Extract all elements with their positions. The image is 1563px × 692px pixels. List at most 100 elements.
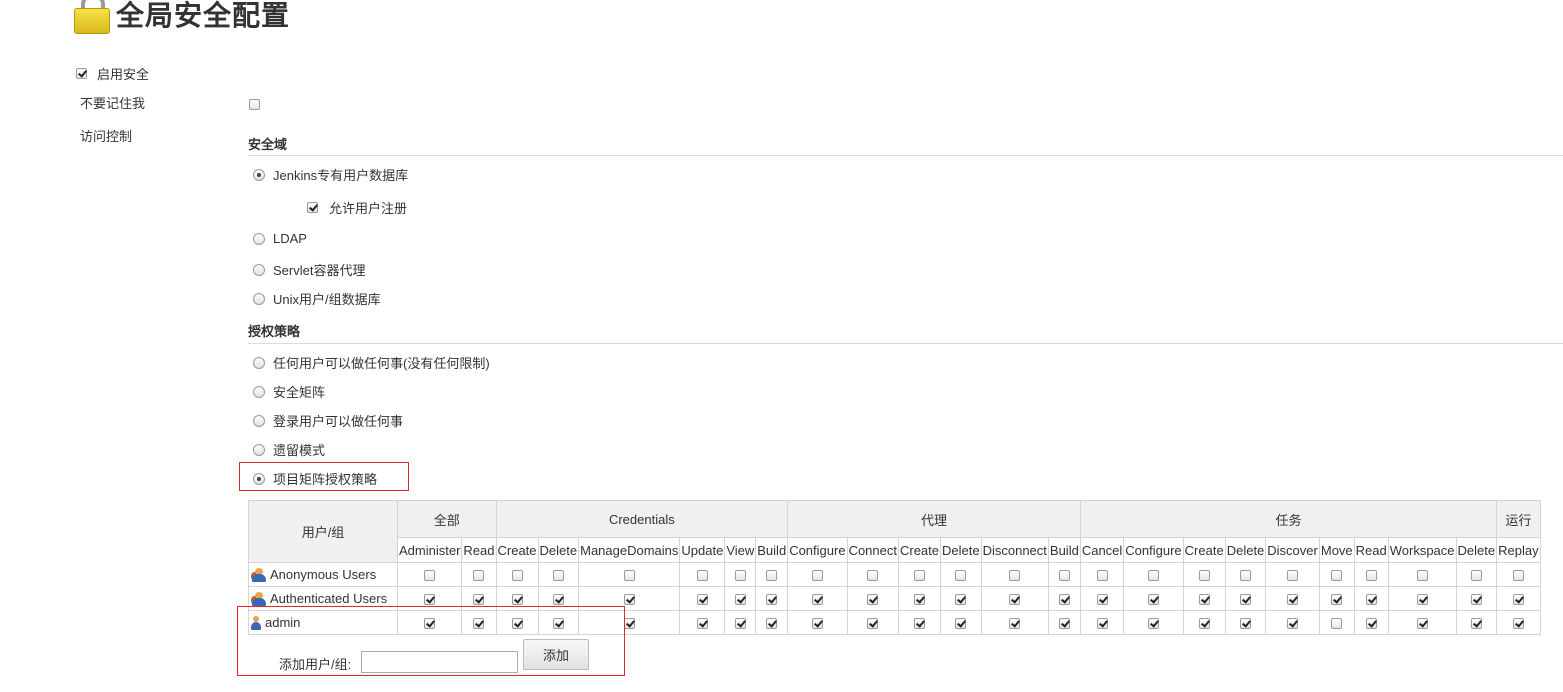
realm-option-ldap[interactable]: LDAP: [253, 231, 307, 246]
permission-checkbox[interactable]: [1096, 594, 1108, 606]
permission-checkbox[interactable]: [1239, 618, 1251, 630]
realm-radio-ldap[interactable]: [253, 232, 265, 245]
permission-checkbox[interactable]: [1331, 618, 1343, 630]
permission-checkbox[interactable]: [811, 594, 823, 606]
permission-checkbox[interactable]: [1239, 594, 1251, 606]
permission-checkbox[interactable]: [1512, 594, 1524, 606]
permission-cell: [1047, 586, 1081, 611]
permission-checkbox[interactable]: [1147, 618, 1159, 630]
permission-checkbox[interactable]: [811, 570, 823, 582]
add-user-input[interactable]: [361, 651, 518, 673]
permission-checkbox[interactable]: [914, 618, 925, 630]
auth-option-logged-in[interactable]: 登录用户可以做任何事: [253, 411, 403, 430]
permission-checkbox[interactable]: [766, 594, 778, 606]
auth-radio-logged-in[interactable]: [253, 414, 265, 427]
allow-signup-checkbox[interactable]: [307, 202, 318, 213]
permission-checkbox[interactable]: [623, 594, 635, 606]
realm-radio-servlet[interactable]: [253, 263, 265, 276]
permission-checkbox[interactable]: [955, 618, 967, 630]
permission-cell: [1182, 562, 1226, 587]
realm-option-servlet[interactable]: Servlet容器代理: [253, 260, 365, 279]
permission-checkbox[interactable]: [1198, 594, 1210, 606]
permission-checkbox[interactable]: [1512, 570, 1524, 582]
permission-checkbox[interactable]: [1096, 618, 1108, 630]
permission-cell: [846, 562, 899, 587]
permission-checkbox[interactable]: [914, 594, 925, 606]
permission-checkbox[interactable]: [1470, 594, 1482, 606]
auth-option-anyone[interactable]: 任何用户可以做任何事(没有任何限制): [253, 353, 490, 372]
permission-checkbox[interactable]: [696, 618, 708, 630]
permission-column-header: Update: [679, 537, 726, 563]
permission-checkbox[interactable]: [1096, 570, 1108, 582]
permission-checkbox[interactable]: [955, 594, 967, 606]
permission-checkbox[interactable]: [623, 570, 635, 582]
permission-checkbox[interactable]: [1009, 618, 1021, 630]
remember-me-checkbox[interactable]: [249, 99, 260, 111]
permission-checkbox[interactable]: [734, 570, 746, 582]
realm-radio-jenkins[interactable]: [253, 168, 265, 181]
realm-option-jenkins[interactable]: Jenkins专有用户数据库: [253, 165, 408, 184]
auth-radio-project-matrix[interactable]: [253, 472, 265, 485]
enable-security-checkbox[interactable]: [76, 68, 87, 79]
auth-radio-matrix[interactable]: [253, 385, 265, 398]
permission-checkbox[interactable]: [696, 594, 708, 606]
permission-checkbox[interactable]: [1198, 570, 1210, 582]
permission-checkbox[interactable]: [473, 594, 485, 606]
permission-cell: [980, 562, 1049, 587]
allow-signup-row[interactable]: 允许用户注册: [307, 198, 407, 217]
auth-option-matrix[interactable]: 安全矩阵: [253, 382, 325, 401]
permission-checkbox[interactable]: [1147, 594, 1159, 606]
permission-checkbox[interactable]: [1147, 570, 1159, 582]
permission-checkbox[interactable]: [1331, 570, 1343, 582]
realm-option-unix[interactable]: Unix用户/组数据库: [253, 289, 381, 308]
permission-checkbox[interactable]: [1365, 570, 1377, 582]
permission-checkbox[interactable]: [511, 594, 523, 606]
auth-radio-legacy[interactable]: [253, 443, 265, 456]
permission-checkbox[interactable]: [424, 570, 436, 582]
permission-checkbox[interactable]: [867, 618, 879, 630]
auth-option-project-matrix[interactable]: 项目矩阵授权策略: [253, 469, 377, 488]
permission-checkbox[interactable]: [766, 618, 778, 630]
permission-checkbox[interactable]: [1058, 570, 1070, 582]
permission-checkbox[interactable]: [1058, 618, 1070, 630]
permission-checkbox[interactable]: [1416, 618, 1428, 630]
permission-checkbox[interactable]: [424, 594, 436, 606]
permission-checkbox[interactable]: [955, 570, 967, 582]
permission-checkbox[interactable]: [1365, 594, 1377, 606]
permission-checkbox[interactable]: [811, 618, 823, 630]
realm-radio-unix[interactable]: [253, 292, 265, 305]
permission-checkbox[interactable]: [766, 570, 778, 582]
auth-option-legacy[interactable]: 遗留模式: [253, 440, 325, 459]
permission-checkbox[interactable]: [1239, 570, 1251, 582]
permission-cell: [1224, 610, 1267, 635]
permission-checkbox[interactable]: [1009, 594, 1021, 606]
add-user-button[interactable]: 添加: [523, 639, 589, 670]
permission-checkbox[interactable]: [473, 570, 485, 582]
permission-checkbox[interactable]: [1287, 594, 1299, 606]
permission-checkbox[interactable]: [914, 570, 925, 582]
permission-checkbox[interactable]: [511, 570, 523, 582]
permission-cell: [495, 562, 539, 587]
auth-radio-anyone[interactable]: [253, 356, 265, 369]
permission-checkbox[interactable]: [552, 594, 564, 606]
permission-checkbox[interactable]: [734, 618, 746, 630]
permission-checkbox[interactable]: [1009, 570, 1021, 582]
permission-checkbox[interactable]: [1512, 618, 1524, 630]
permission-checkbox[interactable]: [1198, 618, 1210, 630]
permission-checkbox[interactable]: [1287, 618, 1299, 630]
permission-checkbox[interactable]: [696, 570, 708, 582]
permission-checkbox[interactable]: [734, 594, 746, 606]
permission-checkbox[interactable]: [1331, 594, 1343, 606]
permission-cell: [1318, 562, 1355, 587]
permission-checkbox[interactable]: [1470, 618, 1482, 630]
permission-checkbox[interactable]: [1058, 594, 1070, 606]
permission-checkbox[interactable]: [552, 570, 564, 582]
permission-checkbox[interactable]: [1365, 618, 1377, 630]
permission-checkbox[interactable]: [623, 618, 635, 630]
permission-checkbox[interactable]: [867, 594, 879, 606]
permission-checkbox[interactable]: [1416, 570, 1428, 582]
permission-checkbox[interactable]: [867, 570, 879, 582]
permission-checkbox[interactable]: [1470, 570, 1482, 582]
permission-checkbox[interactable]: [1287, 570, 1299, 582]
permission-checkbox[interactable]: [1416, 594, 1428, 606]
